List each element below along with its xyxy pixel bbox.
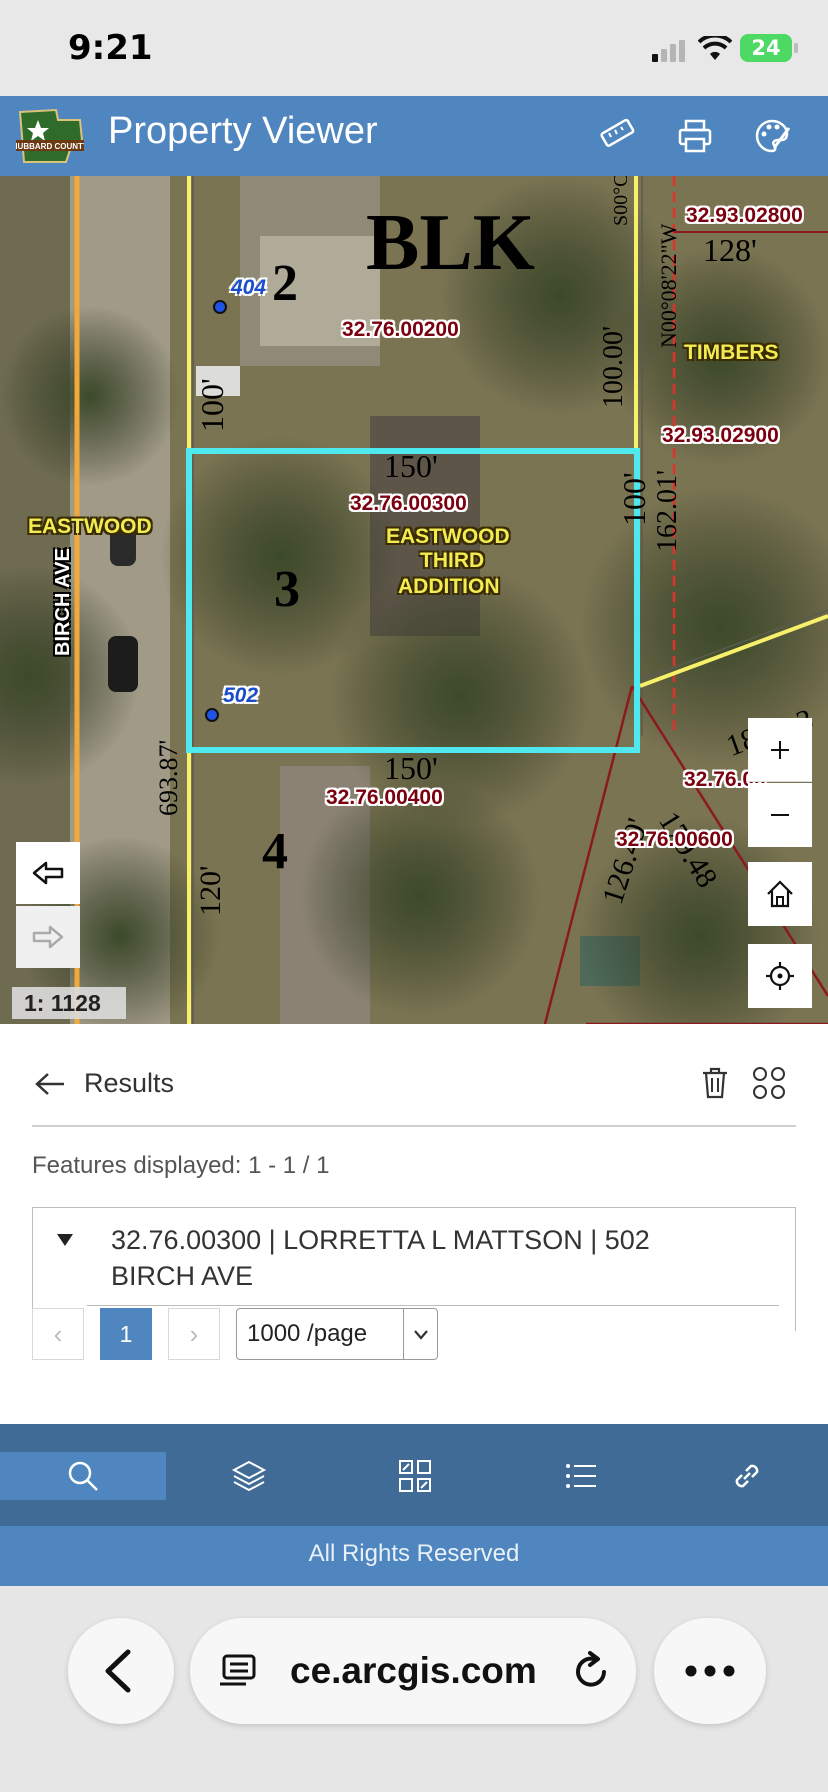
- street-label-eastwood: EASTWOOD: [28, 515, 152, 538]
- app-title: Property Viewer: [108, 110, 378, 152]
- status-time: 9:21: [68, 28, 153, 68]
- arrow-left-icon: [32, 861, 64, 885]
- nav-list-button[interactable]: [498, 1452, 664, 1500]
- address-point[interactable]: [213, 300, 227, 314]
- back-arrow-icon[interactable]: [34, 1072, 66, 1096]
- dimension-label: 120': [194, 865, 227, 916]
- feature-title[interactable]: 32.76.00300 | LORRETTA L MATTSON | 502 B…: [111, 1222, 711, 1294]
- next-extent-button[interactable]: [16, 906, 80, 968]
- parcel-label: 32.76.00200: [342, 318, 459, 341]
- parcel-label: 32.93.02900: [662, 424, 779, 447]
- link-icon: [735, 1464, 759, 1488]
- zoom-in-button[interactable]: [748, 718, 812, 782]
- browser-back-button[interactable]: [68, 1618, 174, 1724]
- page-size-select[interactable]: 1000 /page: [236, 1308, 438, 1360]
- tabs-icon[interactable]: [220, 1652, 264, 1692]
- reload-icon[interactable]: [572, 1650, 612, 1692]
- page-1-button[interactable]: 1: [100, 1308, 152, 1360]
- dimension-label: 128': [703, 232, 757, 268]
- trash-icon[interactable]: [700, 1066, 730, 1100]
- parcel-label: 32.76.00600: [616, 828, 733, 851]
- dimension-label: 100': [194, 378, 230, 432]
- more-icon: [685, 1665, 735, 1677]
- timbers-label: TIMBERS: [684, 341, 779, 364]
- app-header: HUBBARD COUNTY Property Viewer: [0, 96, 828, 176]
- lot-number: 2: [272, 255, 298, 312]
- signal-icon: [652, 40, 685, 62]
- features-count: Features displayed: 1 - 1 / 1: [32, 1152, 330, 1179]
- dimension-label: 150': [384, 750, 438, 786]
- battery-level: 24: [751, 36, 781, 60]
- browser-toolbar: ce.arcgis.com: [0, 1586, 828, 1792]
- plus-icon: [771, 740, 789, 759]
- page-size-value: 1000 /page: [247, 1320, 368, 1347]
- layers-icon: [231, 1460, 267, 1492]
- aerial-imagery: [0, 176, 828, 1024]
- url-text[interactable]: ce.arcgis.com: [290, 1650, 537, 1692]
- address-bar[interactable]: ce.arcgis.com: [190, 1618, 636, 1724]
- footer-text: All Rights Reserved: [0, 1526, 828, 1586]
- print-icon[interactable]: [675, 116, 715, 156]
- map-view[interactable]: 404 502 BLK 2 3 4 150' 150' 128' 100' 10…: [0, 176, 828, 1024]
- lot-number: 4: [262, 823, 288, 880]
- address-point[interactable]: [205, 708, 219, 722]
- minus-icon: [771, 814, 789, 816]
- dimension-label: 100.00': [598, 325, 629, 408]
- palette-icon[interactable]: [752, 116, 792, 156]
- home-button[interactable]: [748, 862, 812, 926]
- wifi-icon: [698, 36, 732, 60]
- arrow-right-icon: [32, 925, 64, 949]
- lot-number: 3: [274, 561, 300, 618]
- qr-icon: [399, 1460, 431, 1492]
- county-logo: HUBBARD COUNTY: [16, 108, 84, 163]
- list-icon: [566, 1464, 596, 1488]
- results-panel: Results Features displayed: 1 - 1 / 1 32…: [0, 1024, 828, 1424]
- locate-button[interactable]: [748, 944, 812, 1008]
- nav-qr-button[interactable]: [332, 1452, 498, 1500]
- address-label-502: 502: [223, 684, 259, 707]
- nav-layers-button[interactable]: [166, 1452, 332, 1500]
- street-label-birch: BIRCH AVE: [52, 548, 74, 656]
- bearing-label: N00°08'22"W: [656, 223, 681, 348]
- grid-layout-icon[interactable]: [752, 1066, 786, 1100]
- home-icon: [767, 880, 793, 908]
- parcel-label: 32.93.02800: [686, 204, 803, 227]
- locate-icon: [766, 962, 794, 990]
- subdivision-label: EASTWOOD: [386, 525, 510, 548]
- address-label-404: 404: [231, 276, 267, 299]
- divider: [32, 1125, 796, 1127]
- next-page-button[interactable]: ›: [168, 1308, 220, 1360]
- parcel-label: 32.76.00400: [326, 786, 443, 809]
- dimension-label: 162.01': [652, 469, 683, 552]
- dimension-label: 693.87': [154, 739, 183, 816]
- subdivision-label: THIRD: [420, 549, 485, 572]
- chevron-left-icon: [105, 1649, 131, 1693]
- nav-link-button[interactable]: [664, 1452, 828, 1500]
- dimension-label: 150': [384, 448, 438, 484]
- results-title: Results: [84, 1068, 175, 1098]
- battery-indicator: 24: [740, 34, 798, 62]
- chevron-down-icon: [414, 1330, 428, 1340]
- divider: [403, 1309, 404, 1359]
- caret-down-icon[interactable]: [55, 1232, 75, 1248]
- ruler-icon[interactable]: [598, 116, 638, 156]
- zoom-out-button[interactable]: [748, 783, 812, 847]
- divider: [87, 1305, 779, 1306]
- dimension-label: 100': [616, 472, 652, 526]
- subdivision-label: ADDITION: [398, 575, 500, 598]
- nav-search-button[interactable]: [0, 1452, 166, 1500]
- map-scale: 1: 1128: [12, 987, 126, 1019]
- status-bar: 9:21 24: [0, 0, 828, 96]
- prev-page-button[interactable]: ‹: [32, 1308, 84, 1360]
- bearing-label: S00°C: [610, 176, 632, 226]
- block-label: BLK: [366, 199, 535, 287]
- bottom-toolbar: [0, 1424, 828, 1526]
- browser-more-button[interactable]: [654, 1618, 766, 1724]
- search-icon: [68, 1461, 98, 1491]
- svg-text:HUBBARD COUNTY: HUBBARD COUNTY: [16, 142, 84, 151]
- previous-extent-button[interactable]: [16, 842, 80, 904]
- parcel-label: 32.76.00300: [350, 492, 467, 515]
